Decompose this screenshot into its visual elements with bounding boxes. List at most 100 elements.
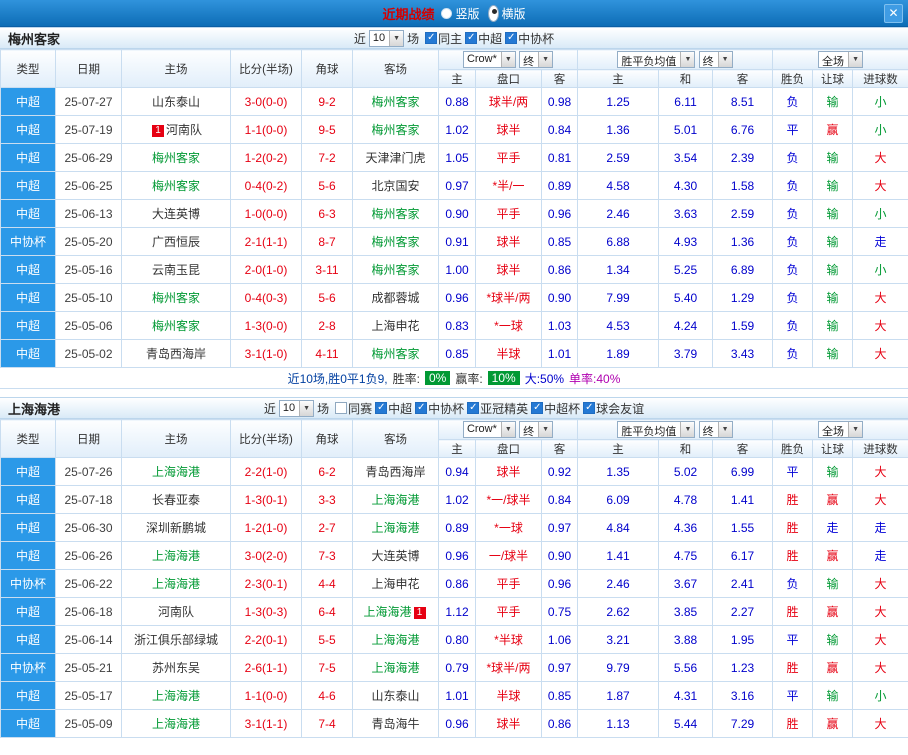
away-team-cell: 青岛海牛 [352,709,439,738]
corner-cell: 6-3 [301,199,353,228]
checkbox-icon[interactable] [583,402,596,414]
date-cell: 25-05-16 [55,255,122,284]
home-team-cell: 梅州客家 [121,311,231,340]
result-cell: 负 [772,199,814,228]
type-cell: 中超 [0,87,56,116]
home-team-cell: 1 河南队 [121,115,231,144]
bookmaker-select[interactable]: Crow* ▼ [462,421,516,438]
avg-draw-cell: 4.30 [658,171,714,200]
checkbox-icon[interactable] [505,32,518,44]
filter-checkbox[interactable]: 同赛 [335,400,372,417]
sub-avg-draw: 和 [658,69,714,88]
odds-average-select[interactable]: 胜平负均值 ▼ [617,51,696,68]
handicap-cell: 球半 [475,255,542,284]
checkbox-icon[interactable] [465,32,478,44]
home-team-cell: 浙江俱乐部绿城 [121,625,231,654]
layout-radio-vertical[interactable]: 竖版 [441,5,480,22]
handicap-cell: 平手 [475,597,542,626]
chevron-down-icon: ▼ [848,52,863,67]
avg-away-cell: 2.27 [712,597,774,626]
avg-draw-cell: 5.44 [658,709,714,738]
filter-checkbox[interactable]: 中超 [465,30,502,47]
team-link: 上海申花 [371,577,420,591]
checkbox-icon[interactable] [467,402,480,414]
goals-cell: 大 [852,171,908,200]
score-cell: 1-2(1-0) [230,513,302,542]
radio-icon[interactable] [441,7,453,19]
rate-badge: 10% [487,371,520,385]
score-cell: 1-1(0-0) [230,681,302,710]
results-body: 中超 25-07-26 上海海港 2-2(1-0) 6-2 青岛西海岸 0.94 球半 0.92… [0,457,908,738]
handicap-time-value: 终 [523,56,535,68]
team-section: 上海海港 近 10▼ 场 同赛中超中协杯亚冠精英中超杯球会友谊 类型 日期 主场 [0,397,908,738]
avg-home-cell: 7.99 [577,283,660,312]
team-link: 上海海港 [151,465,200,479]
away-team-cell: 上海海港 [352,485,439,514]
goals-cell: 走 [852,541,908,570]
sub-handicap-result: 让球 [812,439,854,458]
filter-checkbox[interactable]: 中超 [375,400,412,417]
checkbox-icon[interactable] [531,402,544,414]
avg-home-cell: 4.84 [577,513,660,542]
chevron-down-icon: ▼ [717,52,732,67]
team-link: 梅州客家 [371,263,420,277]
close-button[interactable]: ✕ [884,4,903,23]
handicap-result-cell: 输 [812,199,854,228]
team-link: 大连英博 [151,207,200,221]
fulltime-select[interactable]: 全场 ▼ [818,421,864,438]
filter-checkbox[interactable]: 球会友谊 [583,400,644,417]
odds-time-value: 终 [702,426,714,438]
filter-label: 中超 [388,401,413,416]
away-odds-cell: 1.03 [540,311,579,340]
fulltime-select[interactable]: 全场 ▼ [818,51,864,68]
handicap-cell: 平手 [475,143,542,172]
checkbox-icon[interactable] [335,402,348,414]
goals-cell: 走 [852,513,908,542]
sub-home-odds: 主 [438,69,476,88]
odds-average-select[interactable]: 胜平负均值 ▼ [617,421,696,438]
date-cell: 25-05-21 [55,653,122,682]
away-team-cell: 北京国安 [352,171,439,200]
match-count-select[interactable]: 10 ▼ [278,399,315,417]
handicap-cell: *一球 [475,311,542,340]
window-titlebar: 近期战绩 竖版 横版 ✕ [0,0,908,27]
result-cell: 负 [772,227,814,256]
chevron-down-icon: ▼ [848,422,863,437]
filter-checkbox[interactable]: 亚冠精英 [467,400,528,417]
odds-time-select[interactable]: 终 ▼ [698,421,733,438]
avg-home-cell: 6.09 [577,485,660,514]
col-date: 日期 [55,419,122,458]
away-team-cell: 天津津门虎 [352,143,439,172]
radio-icon[interactable] [487,4,499,22]
bookmaker-select[interactable]: Crow* ▼ [462,51,516,68]
avg-home-cell: 1.41 [577,541,660,570]
handicap-result-cell: 输 [812,283,854,312]
handicap-time-select[interactable]: 终 ▼ [519,421,554,438]
filter-checkbox[interactable]: 中协杯 [415,400,464,417]
filter-checkbox[interactable]: 同主 [425,30,462,47]
team-link: 梅州客家 [371,235,420,249]
home-odds-cell: 0.86 [438,569,476,598]
odds-time-select[interactable]: 终 ▼ [698,51,733,68]
away-odds-cell: 0.90 [540,283,579,312]
filter-checkbox[interactable]: 中协杯 [505,30,554,47]
home-odds-cell: 1.01 [438,681,476,710]
corner-cell: 3-3 [301,485,353,514]
date-cell: 25-05-20 [55,227,122,256]
checkbox-icon[interactable] [415,402,428,414]
corner-cell: 7-5 [301,653,353,682]
checkbox-icon[interactable] [425,32,438,44]
sub-avg-draw: 和 [658,439,714,458]
checkbox-icon[interactable] [375,402,388,414]
filter-bar: 近 10▼ 场 同赛中超中协杯亚冠精英中超杯球会友谊 [0,399,908,417]
handicap-result-cell: 输 [812,625,854,654]
filter-checkbox[interactable]: 中超杯 [531,400,580,417]
layout-radio-horizontal[interactable]: 横版 [487,4,526,22]
handicap-time-select[interactable]: 终 ▼ [519,51,554,68]
match-count-select[interactable]: 10 ▼ [368,29,405,47]
type-cell: 中超 [0,171,56,200]
avg-home-cell: 4.58 [577,171,660,200]
away-team-cell: 大连英博 [352,541,439,570]
col-away: 客场 [352,49,439,88]
home-odds-cell: 1.00 [438,255,476,284]
